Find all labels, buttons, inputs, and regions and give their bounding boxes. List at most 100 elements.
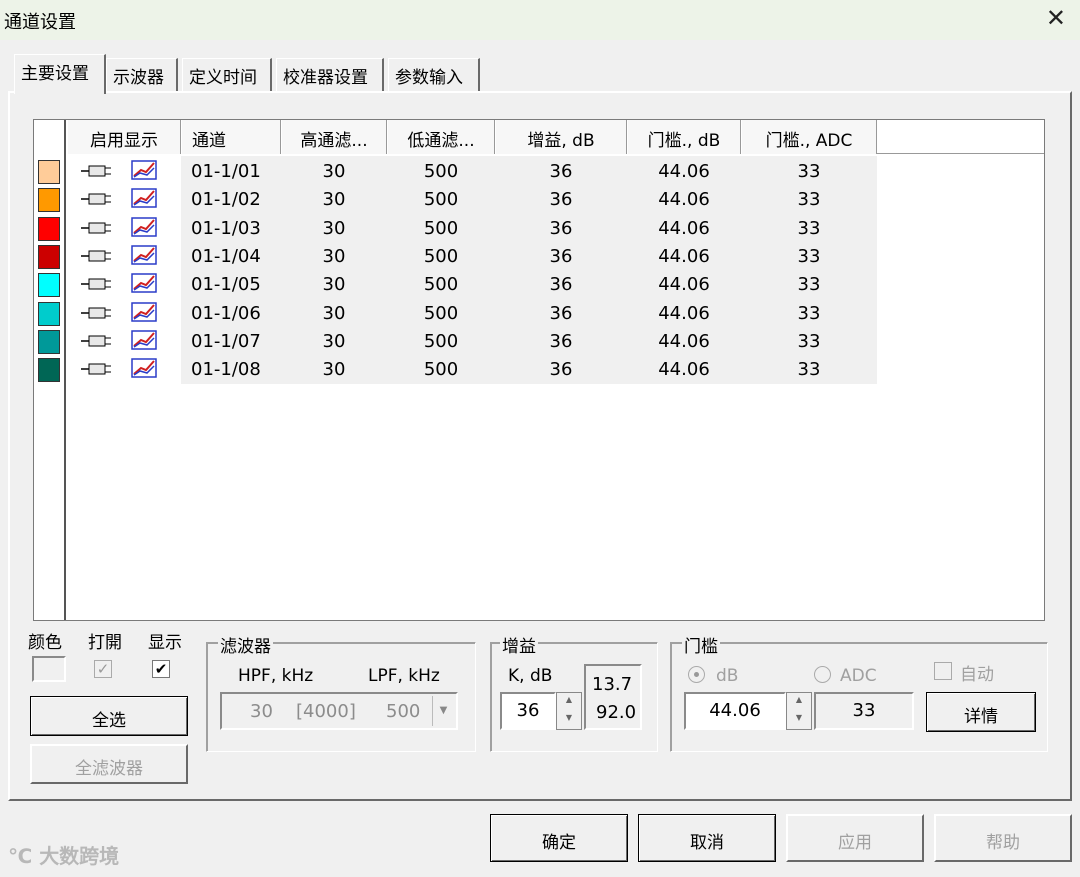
chart-display-icon[interactable] <box>131 216 157 237</box>
header-threshold-adc[interactable]: 门槛., ADC <box>741 120 877 154</box>
hpf-value: 30 <box>250 701 273 722</box>
color-swatch[interactable] <box>38 301 60 326</box>
color-swatch[interactable] <box>38 216 60 241</box>
chart-display-icon[interactable] <box>131 301 157 322</box>
chart-display-icon[interactable] <box>131 330 157 350</box>
plug-icon[interactable] <box>81 192 111 206</box>
plug-icon[interactable] <box>81 221 111 235</box>
spin-up-icon[interactable]: ▲ <box>787 693 811 711</box>
show-checkbox[interactable]: ✔ <box>152 660 170 678</box>
cell-lpf: 500 <box>423 245 459 267</box>
close-icon[interactable]: ✕ <box>1046 4 1066 32</box>
details-button[interactable]: 详情 <box>926 692 1036 732</box>
spin-down-icon[interactable]: ▼ <box>557 711 581 729</box>
table-row[interactable]: 01-1/07 30 500 36 44.06 33 <box>67 328 1044 356</box>
cell-hpf: 30 <box>322 274 346 296</box>
table-row[interactable]: 01-1/01 30 500 36 44.06 33 <box>67 158 1044 186</box>
plug-icon[interactable] <box>81 164 111 178</box>
watermark-text: 大数跨境 <box>39 844 120 868</box>
plug-icon[interactable] <box>81 249 111 263</box>
table-row[interactable]: 01-1/04 30 500 36 44.06 33 <box>67 243 1044 271</box>
spin-down-icon[interactable]: ▼ <box>787 711 811 729</box>
tab-main-settings[interactable]: 主要设置 <box>14 54 106 94</box>
color-swatch[interactable] <box>38 188 60 213</box>
chart-display-icon[interactable] <box>131 273 157 293</box>
cell-channel: 01-1/02 <box>191 189 261 211</box>
ok-button[interactable]: 确定 <box>490 814 628 862</box>
window-title: 通道设置 <box>4 12 76 33</box>
color-swatch[interactable] <box>38 329 60 354</box>
hpf-label: HPF, kHz <box>238 666 314 686</box>
cell-channel: 01-1/05 <box>191 274 261 296</box>
color-swatch[interactable] <box>38 358 60 383</box>
cell-channel: 01-1/01 <box>191 161 261 182</box>
chart-display-icon[interactable] <box>131 358 157 378</box>
cell-threshold-db: 44.06 <box>658 330 710 352</box>
table-row[interactable]: 01-1/08 30 500 36 44.06 33 <box>67 356 1044 384</box>
spin-up-icon[interactable]: ▲ <box>557 693 581 711</box>
chart-display-icon[interactable] <box>131 245 157 265</box>
gain-readout-top: 13.7 <box>592 674 633 695</box>
gain-spinner[interactable]: ▲ ▼ <box>556 692 582 730</box>
table-row[interactable]: 01-1/05 30 500 36 44.06 33 <box>67 271 1044 299</box>
cell-lpf: 500 <box>423 189 459 211</box>
help-button: 帮助 <box>934 814 1072 862</box>
table-row[interactable]: 01-1/02 30 500 36 44.06 33 <box>67 186 1044 214</box>
cancel-button[interactable]: 取消 <box>638 814 776 862</box>
plug-icon[interactable] <box>81 306 111 320</box>
table-row[interactable]: 01-1/03 30 500 36 44.06 33 <box>67 215 1044 243</box>
header-gain[interactable]: 增益, dB <box>495 120 627 154</box>
lpf-value: 500 <box>386 701 421 722</box>
threshold-adc-value: 33 <box>814 692 914 730</box>
open-label: 打開 <box>88 633 122 653</box>
select-all-button[interactable]: 全选 <box>30 696 188 736</box>
plug-icon[interactable] <box>81 362 111 376</box>
filter-group-title: 滤波器 <box>218 632 273 657</box>
cell-channel: 01-1/04 <box>191 245 261 267</box>
plug-icon[interactable] <box>81 334 111 348</box>
cell-gain: 36 <box>549 274 573 296</box>
cell-threshold-adc: 33 <box>797 161 821 182</box>
cell-lpf: 500 <box>423 330 459 352</box>
cell-gain: 36 <box>549 189 573 211</box>
header-channel[interactable]: 通道 <box>181 120 281 154</box>
cell-channel: 01-1/03 <box>191 217 261 239</box>
cell-lpf: 500 <box>423 302 459 324</box>
cell-threshold-db: 44.06 <box>658 161 710 182</box>
plug-icon[interactable] <box>81 277 111 291</box>
tab-define-time[interactable]: 定义时间 <box>182 58 272 92</box>
cell-gain: 36 <box>549 302 573 324</box>
filter-select: 30 [4000] 500 ▼ <box>220 692 458 730</box>
cell-hpf: 30 <box>322 161 346 182</box>
tab-parameter-input[interactable]: 参数输入 <box>388 58 480 92</box>
cell-threshold-adc: 33 <box>797 330 821 352</box>
header-enable-display[interactable]: 启用显示 <box>67 120 181 154</box>
header-threshold-db[interactable]: 门槛., dB <box>627 120 741 154</box>
watermark-logo-icon: ℃ <box>8 844 33 868</box>
threshold-spinner[interactable]: ▲ ▼ <box>786 692 812 730</box>
channel-list[interactable]: 启用显示 通道 高通滤... 低通滤... 增益, dB 门槛., dB 门槛.… <box>33 119 1045 621</box>
gain-input[interactable]: 36 <box>500 692 556 730</box>
cell-gain: 36 <box>549 245 573 267</box>
threshold-group-title: 门槛 <box>682 632 720 657</box>
threshold-db-input[interactable]: 44.06 <box>684 692 786 730</box>
color-swatch[interactable] <box>38 273 60 298</box>
header-hpf[interactable]: 高通滤... <box>281 120 387 154</box>
table-row[interactable]: 01-1/06 30 500 36 44.06 33 <box>67 300 1044 328</box>
color-swatch[interactable] <box>38 244 60 269</box>
cell-gain: 36 <box>549 330 573 352</box>
cell-channel: 01-1/07 <box>191 330 261 352</box>
show-label: 显示 <box>148 633 182 653</box>
chart-display-icon[interactable] <box>131 188 157 209</box>
cell-threshold-db: 44.06 <box>658 302 710 324</box>
tab-oscilloscope[interactable]: 示波器 <box>106 58 178 92</box>
tab-calibrator-settings[interactable]: 校准器设置 <box>276 58 384 92</box>
apply-button: 应用 <box>786 814 924 862</box>
color-swatch-button[interactable] <box>32 656 66 682</box>
chart-display-icon[interactable] <box>131 160 157 180</box>
lpf-label: LPF, kHz <box>368 666 440 686</box>
color-swatch[interactable] <box>38 160 60 184</box>
header-lpf[interactable]: 低通滤... <box>387 120 495 154</box>
cell-gain: 36 <box>549 217 573 239</box>
db-radio-label: dB <box>716 666 739 686</box>
